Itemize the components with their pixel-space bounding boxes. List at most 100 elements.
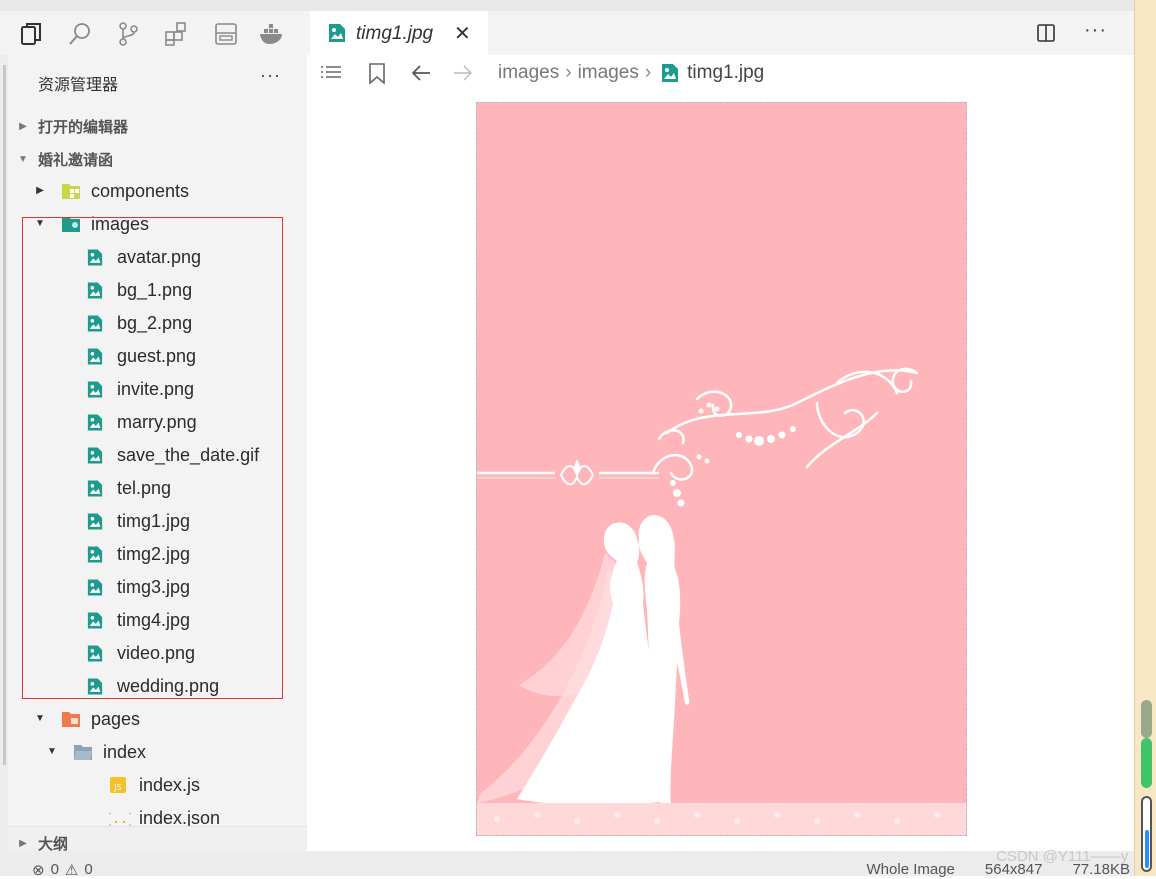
window-top-strip [0,0,1134,11]
tree-item-label: invite.png [117,379,195,399]
tree-file[interactable]: wedding.png [8,670,307,703]
tree-item-label: timg2.jpg [117,544,191,564]
folder-open-icon [73,743,92,762]
tree-item-label: save_the_date.gif [117,445,260,465]
tree-item-label: tel.png [117,478,172,498]
tree-file[interactable]: bg_1.png [8,274,307,307]
js-file-icon: JS [109,776,127,795]
breadcrumb-separator: › [644,62,652,83]
sidebar-title: 资源管理器 [38,77,119,94]
error-count: 0 [50,861,59,878]
tree-file[interactable]: save_the_date.gif [8,439,307,472]
view-mode[interactable]: Whole Image [867,861,955,878]
source-control-icon[interactable] [114,21,142,47]
search-icon[interactable] [66,21,94,47]
tree-item-label: images [91,214,150,234]
tree-file[interactable]: timg3.jpg [8,571,307,604]
forward-arrow-icon[interactable] [452,63,474,88]
chevron-down-icon: ▼ [18,153,28,165]
back-arrow-icon[interactable] [410,63,432,88]
wedding-illustration [477,103,966,835]
chevron-down-icon[interactable]: ▼ [34,218,46,229]
image-file-icon [87,677,105,696]
tree-folder[interactable]: ▼ pages [8,703,307,736]
editor-more-button[interactable]: ··· [1084,19,1107,42]
chevron-right-icon: ▶ [19,120,27,132]
images-folder-icon [61,215,80,234]
tree-file[interactable]: video.png [8,637,307,670]
tree-folder[interactable]: ▶ components [8,175,307,208]
explorer-sidebar: 资源管理器 ··· ▶ 打开的编辑器 ▼ 婚礼邀请函 ▶ components ▼ i… [8,55,307,851]
tree-item-label: timg1.jpg [117,511,191,531]
explorer-icon[interactable] [18,21,46,47]
warning-icon: ⚠ [64,862,79,879]
tree-item-label: bg_1.png [117,280,193,300]
close-icon[interactable]: ✕ [454,21,471,46]
image-file-icon [87,281,105,300]
sidebar-scrollbar[interactable] [0,55,8,851]
tree-file[interactable]: marry.png [8,406,307,439]
tree-item-label: timg3.jpg [117,577,191,597]
tree-item-label: guest.png [117,346,197,366]
editor-tab-bar: timg1.jpg ✕ ··· [310,11,1134,55]
watermark: CSDN @Y111——y [996,848,1129,865]
extensions-icon[interactable] [162,21,190,47]
svg-text:JS: JS [113,783,121,792]
components-folder-icon [61,182,80,201]
tree-file[interactable]: timg2.jpg [8,538,307,571]
image-file-icon [661,63,679,83]
breadcrumb-item[interactable]: images [498,62,559,84]
tree-item-label: avatar.png [117,247,202,267]
breadcrumb-current[interactable]: timg1.jpg [687,62,764,84]
docker-icon[interactable] [258,21,286,47]
scroll-indicator [1141,738,1152,788]
chevron-down-icon[interactable]: ▼ [46,746,58,757]
tree-file[interactable]: tel.png [8,472,307,505]
scroll-knob [1141,700,1152,738]
tree-file[interactable]: JS index.js [8,769,307,802]
tree-file[interactable]: timg4.jpg [8,604,307,637]
breadcrumb-item[interactable]: images [578,62,639,84]
image-file-icon [87,644,105,663]
tree-item-label: index [103,742,147,762]
tree-file[interactable]: avatar.png [8,241,307,274]
image-file-icon [87,512,105,531]
svg-text:{..}: {..} [109,812,131,827]
tab-timg1[interactable]: timg1.jpg ✕ [310,11,488,55]
image-file-icon [87,413,105,432]
project-section[interactable]: ▼ 婚礼邀请函 [8,143,307,175]
chevron-right-icon[interactable]: ▶ [34,185,46,196]
image-file-icon [87,479,105,498]
image-file-icon [87,446,105,465]
tree-file[interactable]: bg_2.png [8,307,307,340]
open-editors-label: 打开的编辑器 [38,118,129,136]
image-file-icon [328,23,346,48]
bookmark-icon[interactable] [368,63,386,90]
tree-folder[interactable]: ▼ index [8,736,307,769]
editor-toolbar: images › images › timg1.jpg [310,55,1134,93]
tree-file[interactable]: timg1.jpg [8,505,307,538]
tree-item-label: marry.png [117,412,197,432]
list-icon[interactable] [320,63,342,88]
right-scrollbar[interactable] [1134,0,1156,876]
image-file-icon [87,314,105,333]
tree-folder[interactable]: ▼ images [8,208,307,241]
tab-label: timg1.jpg [356,23,434,44]
image-file-icon [87,347,105,366]
more-actions-button[interactable]: ··· [260,65,281,86]
tree-item-label: pages [91,709,141,729]
panel-icon[interactable] [212,21,240,47]
open-editors-section[interactable]: ▶ 打开的编辑器 [8,110,307,142]
tree-file[interactable]: invite.png [8,373,307,406]
problems-indicator[interactable]: ⊗ 0 ⚠ 0 [32,861,93,879]
tree-item-label: bg_2.png [117,313,193,333]
warning-count: 0 [84,861,93,878]
image-file-icon [87,545,105,564]
chevron-right-icon: ▶ [19,837,27,849]
breadcrumb-separator: › [565,62,572,83]
tree-file[interactable]: guest.png [8,340,307,373]
project-label: 婚礼邀请函 [38,151,114,169]
chevron-down-icon[interactable]: ▼ [34,713,46,724]
split-editor-icon[interactable] [1036,23,1056,48]
image-preview [476,102,967,836]
